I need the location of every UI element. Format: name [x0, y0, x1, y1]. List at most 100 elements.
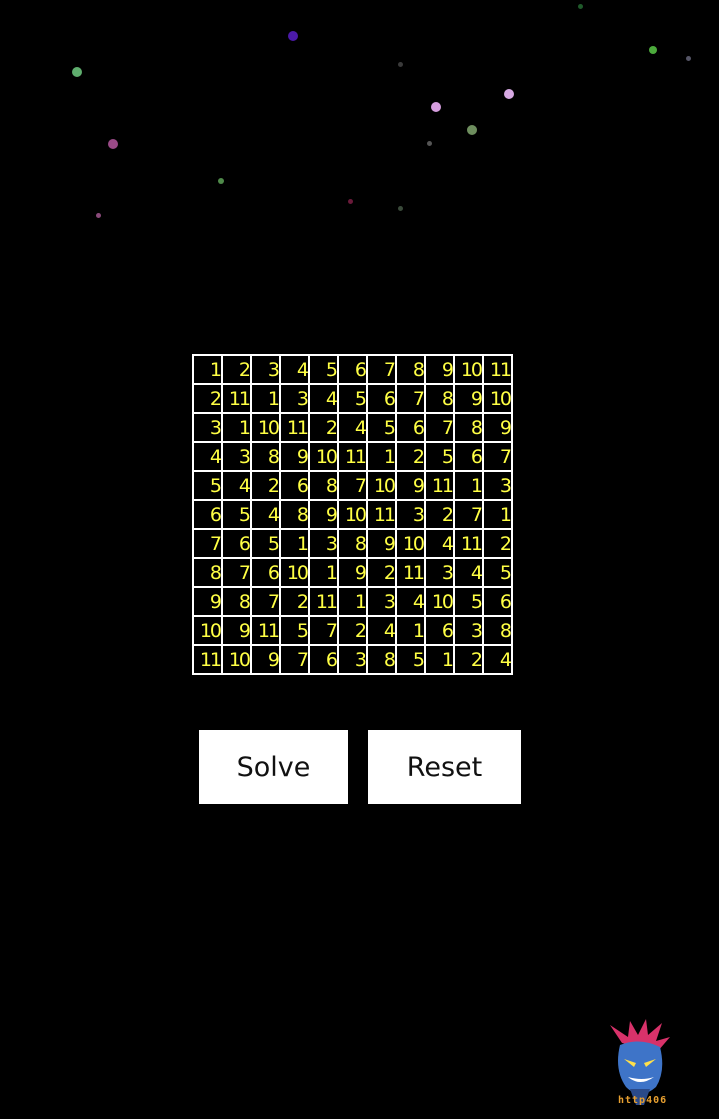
grid-cell[interactable]: 1: [424, 644, 455, 675]
grid-cell[interactable]: 4: [424, 528, 455, 559]
grid-cell[interactable]: 11: [395, 557, 426, 588]
grid-cell[interactable]: 8: [279, 499, 310, 530]
grid-cell[interactable]: 4: [279, 354, 310, 385]
grid-cell[interactable]: 10: [424, 586, 455, 617]
grid-cell[interactable]: 2: [395, 441, 426, 472]
grid-cell[interactable]: 1: [221, 412, 252, 443]
grid-cell[interactable]: 7: [221, 557, 252, 588]
grid-cell[interactable]: 9: [482, 412, 513, 443]
grid-cell[interactable]: 8: [192, 557, 223, 588]
grid-cell[interactable]: 11: [337, 441, 368, 472]
grid-cell[interactable]: 10: [279, 557, 310, 588]
grid-cell[interactable]: 1: [192, 354, 223, 385]
grid-cell[interactable]: 5: [308, 354, 339, 385]
grid-cell[interactable]: 11: [453, 528, 484, 559]
grid-cell[interactable]: 11: [221, 383, 252, 414]
grid-cell[interactable]: 2: [221, 354, 252, 385]
solve-button[interactable]: Solve: [199, 730, 348, 804]
grid-cell[interactable]: 2: [279, 586, 310, 617]
grid-cell[interactable]: 3: [192, 412, 223, 443]
grid-cell[interactable]: 11: [250, 615, 281, 646]
grid-cell[interactable]: 9: [279, 441, 310, 472]
grid-cell[interactable]: 6: [308, 644, 339, 675]
grid-cell[interactable]: 7: [308, 615, 339, 646]
grid-cell[interactable]: 8: [337, 528, 368, 559]
grid-cell[interactable]: 4: [453, 557, 484, 588]
grid-cell[interactable]: 3: [424, 557, 455, 588]
grid-cell[interactable]: 1: [482, 499, 513, 530]
grid-cell[interactable]: 7: [250, 586, 281, 617]
grid-cell[interactable]: 5: [337, 383, 368, 414]
grid-cell[interactable]: 7: [192, 528, 223, 559]
grid-cell[interactable]: 6: [482, 586, 513, 617]
grid-cell[interactable]: 9: [308, 499, 339, 530]
grid-cell[interactable]: 2: [424, 499, 455, 530]
grid-cell[interactable]: 10: [192, 615, 223, 646]
grid-cell[interactable]: 6: [250, 557, 281, 588]
grid-cell[interactable]: 4: [337, 412, 368, 443]
grid-cell[interactable]: 7: [482, 441, 513, 472]
grid-cell[interactable]: 5: [424, 441, 455, 472]
grid-cell[interactable]: 5: [279, 615, 310, 646]
grid-cell[interactable]: 6: [366, 383, 397, 414]
grid-cell[interactable]: 9: [192, 586, 223, 617]
grid-cell[interactable]: 4: [395, 586, 426, 617]
grid-cell[interactable]: 3: [395, 499, 426, 530]
grid-cell[interactable]: 2: [192, 383, 223, 414]
grid-cell[interactable]: 11: [424, 470, 455, 501]
grid-cell[interactable]: 11: [279, 412, 310, 443]
grid-cell[interactable]: 6: [395, 412, 426, 443]
grid-cell[interactable]: 3: [482, 470, 513, 501]
grid-cell[interactable]: 6: [424, 615, 455, 646]
grid-cell[interactable]: 7: [424, 412, 455, 443]
grid-cell[interactable]: 3: [337, 644, 368, 675]
grid-cell[interactable]: 10: [337, 499, 368, 530]
grid-cell[interactable]: 4: [308, 383, 339, 414]
grid-cell[interactable]: 7: [395, 383, 426, 414]
grid-cell[interactable]: 1: [453, 470, 484, 501]
grid-cell[interactable]: 8: [250, 441, 281, 472]
reset-button[interactable]: Reset: [368, 730, 521, 804]
grid-cell[interactable]: 11: [366, 499, 397, 530]
grid-cell[interactable]: 8: [221, 586, 252, 617]
grid-cell[interactable]: 1: [308, 557, 339, 588]
grid-cell[interactable]: 5: [221, 499, 252, 530]
grid-cell[interactable]: 3: [250, 354, 281, 385]
grid-cell[interactable]: 4: [250, 499, 281, 530]
grid-cell[interactable]: 3: [279, 383, 310, 414]
grid-cell[interactable]: 9: [424, 354, 455, 385]
grid-cell[interactable]: 1: [337, 586, 368, 617]
grid-cell[interactable]: 9: [337, 557, 368, 588]
grid-cell[interactable]: 10: [453, 354, 484, 385]
grid-cell[interactable]: 5: [482, 557, 513, 588]
grid-cell[interactable]: 9: [453, 383, 484, 414]
grid-cell[interactable]: 8: [482, 615, 513, 646]
grid-cell[interactable]: 5: [366, 412, 397, 443]
grid-cell[interactable]: 2: [453, 644, 484, 675]
grid-cell[interactable]: 1: [250, 383, 281, 414]
grid-cell[interactable]: 2: [366, 557, 397, 588]
grid-cell[interactable]: 11: [482, 354, 513, 385]
grid-cell[interactable]: 11: [308, 586, 339, 617]
grid-cell[interactable]: 8: [453, 412, 484, 443]
grid-cell[interactable]: 11: [192, 644, 223, 675]
grid-cell[interactable]: 6: [221, 528, 252, 559]
grid-cell[interactable]: 2: [482, 528, 513, 559]
grid-cell[interactable]: 4: [221, 470, 252, 501]
grid-cell[interactable]: 9: [366, 528, 397, 559]
grid-cell[interactable]: 10: [366, 470, 397, 501]
grid-cell[interactable]: 7: [366, 354, 397, 385]
grid-cell[interactable]: 3: [366, 586, 397, 617]
grid-cell[interactable]: 3: [221, 441, 252, 472]
grid-cell[interactable]: 3: [453, 615, 484, 646]
grid-cell[interactable]: 10: [395, 528, 426, 559]
grid-cell[interactable]: 2: [337, 615, 368, 646]
grid-cell[interactable]: 3: [308, 528, 339, 559]
grid-cell[interactable]: 8: [424, 383, 455, 414]
grid-cell[interactable]: 10: [221, 644, 252, 675]
grid-cell[interactable]: 5: [250, 528, 281, 559]
grid-cell[interactable]: 8: [366, 644, 397, 675]
grid-cell[interactable]: 10: [482, 383, 513, 414]
grid-cell[interactable]: 10: [250, 412, 281, 443]
grid-cell[interactable]: 7: [337, 470, 368, 501]
